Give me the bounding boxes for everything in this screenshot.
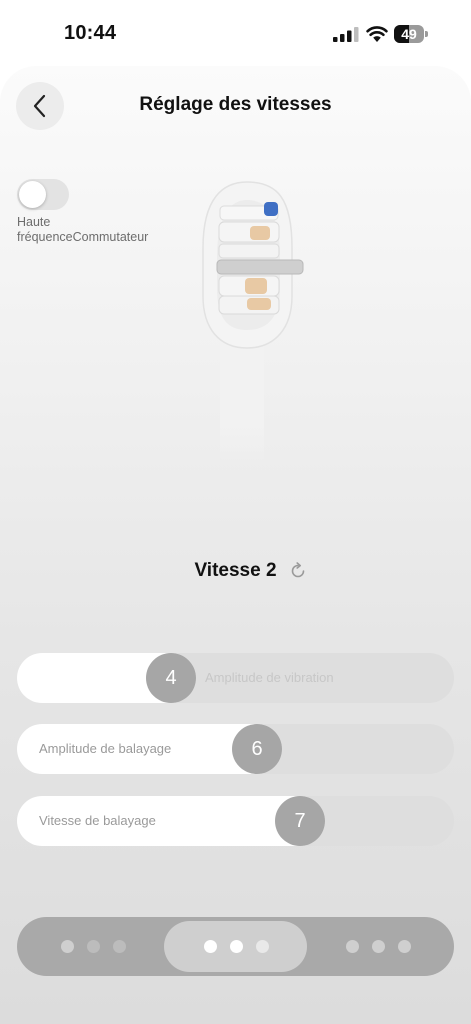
- high-frequency-label: Haute fréquenceCommutateur: [17, 215, 149, 244]
- vibration-amplitude-handle[interactable]: 4: [146, 653, 196, 703]
- vibration-amplitude-slider[interactable]: Amplitude de vibration 4: [17, 653, 454, 703]
- page-dot: [113, 940, 126, 953]
- sweep-amplitude-handle[interactable]: 6: [232, 724, 282, 774]
- speed-settings-sheet: Réglage des vitesses Haute fréquenceComm…: [0, 66, 471, 1024]
- sweep-speed-slider[interactable]: Vitesse de balayage 7: [17, 796, 454, 846]
- wifi-icon: [366, 26, 388, 42]
- sweep-speed-handle[interactable]: 7: [275, 796, 325, 846]
- page-segment-1[interactable]: [21, 921, 161, 972]
- battery-level: 49: [401, 26, 417, 42]
- sweep-amplitude-label: Amplitude de balayage: [39, 741, 172, 756]
- page-dot: [204, 940, 217, 953]
- page-indicator-bar: [17, 917, 454, 976]
- page-dot: [87, 940, 100, 953]
- page-dot: [230, 940, 243, 953]
- page-dot: [346, 940, 359, 953]
- speed-mode-row: Vitesse 2: [0, 556, 471, 586]
- speed-mode-label: Vitesse 2: [194, 560, 277, 581]
- page-segment-2[interactable]: [164, 921, 307, 972]
- sweep-speed-label: Vitesse de balayage: [39, 813, 156, 828]
- high-frequency-toggle[interactable]: [17, 179, 69, 210]
- status-bar: 10:44 49: [0, 0, 471, 66]
- page-title: Réglage des vitesses: [139, 94, 332, 115]
- sweep-amplitude-slider[interactable]: Amplitude de balayage 6: [17, 724, 454, 774]
- vibration-amplitude-label: Amplitude de vibration: [205, 670, 334, 685]
- signal-icon: [333, 27, 359, 42]
- toggle-knob: [19, 181, 46, 208]
- toothbrush-head-image: [202, 181, 304, 463]
- battery-indicator: 49: [394, 25, 428, 43]
- page-dot: [61, 940, 74, 953]
- page-dot: [398, 940, 411, 953]
- page-dot: [372, 940, 385, 953]
- status-time: 10:44: [64, 22, 117, 44]
- page-segment-3[interactable]: [310, 921, 450, 972]
- page-dot: [256, 940, 269, 953]
- refresh-icon[interactable]: [289, 562, 307, 580]
